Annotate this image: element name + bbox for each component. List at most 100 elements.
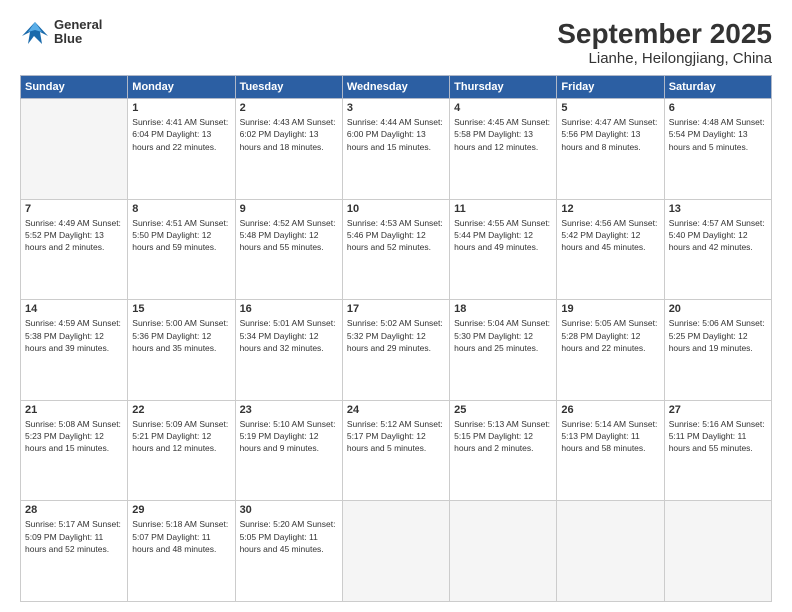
table-row: 4Sunrise: 4:45 AM Sunset: 5:58 PM Daylig… [450, 99, 557, 200]
day-info: Sunrise: 5:02 AM Sunset: 5:32 PM Dayligh… [347, 317, 445, 354]
table-row: 9Sunrise: 4:52 AM Sunset: 5:48 PM Daylig… [235, 199, 342, 300]
table-row: 26 Sunrise: 5:14 AM Sunset: 5:13 PM Dayli… [557, 400, 664, 501]
table-row: 12 Sunrise: 4:56 AM Sunset: 5:42 PM Dayli… [557, 199, 664, 300]
table-row: 25 Sunrise: 5:13 AM Sunset: 5:15 PM Dayli… [450, 400, 557, 501]
header-saturday: Saturday [664, 76, 771, 99]
weekday-header-row: Sunday Monday Tuesday Wednesday Thursday… [21, 76, 772, 99]
day-number: 23 [240, 404, 338, 416]
logo: General Blue [20, 18, 102, 47]
day-info: Sunrise: 5:06 AM Sunset: 5:25 PM Dayligh… [669, 317, 767, 354]
table-row: 11 Sunrise: 4:55 AM Sunset: 5:44 PM Dayli… [450, 199, 557, 300]
day-info: Sunrise: 4:43 AM Sunset: 6:02 PM Dayligh… [240, 116, 338, 153]
header-wednesday: Wednesday [342, 76, 449, 99]
calendar-week-row: 14 Sunrise: 4:59 AM Sunset: 5:38 PM Dayli… [21, 300, 772, 401]
day-info: Sunrise: 5:08 AM Sunset: 5:23 PM Dayligh… [25, 418, 123, 455]
day-number: 26 [561, 404, 659, 416]
table-row: 20 Sunrise: 5:06 AM Sunset: 5:25 PM Dayli… [664, 300, 771, 401]
calendar-subtitle: Lianhe, Heilongjiang, China [557, 50, 772, 67]
day-number: 15 [132, 303, 230, 315]
day-number: 14 [25, 303, 123, 315]
header-sunday: Sunday [21, 76, 128, 99]
calendar-week-row: 1 Sunrise: 4:41 AM Sunset: 6:04 PM Daylig… [21, 99, 772, 200]
day-number: 25 [454, 404, 552, 416]
header-thursday: Thursday [450, 76, 557, 99]
table-row: 22 Sunrise: 5:09 AM Sunset: 5:21 PM Dayli… [128, 400, 235, 501]
logo-text: General Blue [54, 18, 102, 47]
header: General Blue September 2025 Lianhe, Heil… [20, 18, 772, 67]
day-info: Sunrise: 5:05 AM Sunset: 5:28 PM Dayligh… [561, 317, 659, 354]
header-friday: Friday [557, 76, 664, 99]
table-row: 28Sunrise: 5:17 AM Sunset: 5:09 PM Dayli… [21, 501, 128, 602]
day-info: Sunrise: 5:09 AM Sunset: 5:21 PM Dayligh… [132, 418, 230, 455]
day-info: Sunrise: 4:49 AM Sunset: 5:52 PM Dayligh… [25, 217, 123, 254]
table-row [450, 501, 557, 602]
logo-icon [20, 18, 50, 46]
table-row [664, 501, 771, 602]
table-row: 13Sunrise: 4:57 AM Sunset: 5:40 PM Dayli… [664, 199, 771, 300]
day-number: 18 [454, 303, 552, 315]
day-info: Sunrise: 4:55 AM Sunset: 5:44 PM Dayligh… [454, 217, 552, 254]
day-number: 24 [347, 404, 445, 416]
day-info: Sunrise: 4:56 AM Sunset: 5:42 PM Dayligh… [561, 217, 659, 254]
day-number: 29 [132, 504, 230, 516]
day-info: Sunrise: 5:12 AM Sunset: 5:17 PM Dayligh… [347, 418, 445, 455]
day-number: 22 [132, 404, 230, 416]
header-tuesday: Tuesday [235, 76, 342, 99]
day-info: Sunrise: 4:41 AM Sunset: 6:04 PM Dayligh… [132, 116, 230, 153]
table-row: 27Sunrise: 5:16 AM Sunset: 5:11 PM Dayli… [664, 400, 771, 501]
table-row: 1 Sunrise: 4:41 AM Sunset: 6:04 PM Daylig… [128, 99, 235, 200]
day-number: 5 [561, 102, 659, 114]
day-number: 6 [669, 102, 767, 114]
day-info: Sunrise: 4:59 AM Sunset: 5:38 PM Dayligh… [25, 317, 123, 354]
logo-line1: General [54, 18, 102, 32]
day-number: 12 [561, 203, 659, 215]
day-number: 16 [240, 303, 338, 315]
day-number: 2 [240, 102, 338, 114]
table-row: 15 Sunrise: 5:00 AM Sunset: 5:36 PM Dayli… [128, 300, 235, 401]
page: General Blue September 2025 Lianhe, Heil… [0, 0, 792, 612]
day-number: 3 [347, 102, 445, 114]
day-number: 17 [347, 303, 445, 315]
day-info: Sunrise: 5:18 AM Sunset: 5:07 PM Dayligh… [132, 518, 230, 555]
calendar-week-row: 7 Sunrise: 4:49 AM Sunset: 5:52 PM Daylig… [21, 199, 772, 300]
table-row [557, 501, 664, 602]
day-info: Sunrise: 4:44 AM Sunset: 6:00 PM Dayligh… [347, 116, 445, 153]
day-info: Sunrise: 4:48 AM Sunset: 5:54 PM Dayligh… [669, 116, 767, 153]
calendar-table: Sunday Monday Tuesday Wednesday Thursday… [20, 75, 772, 602]
calendar-title: September 2025 [557, 18, 772, 50]
day-number: 4 [454, 102, 552, 114]
table-row: 19Sunrise: 5:05 AM Sunset: 5:28 PM Dayli… [557, 300, 664, 401]
day-info: Sunrise: 5:14 AM Sunset: 5:13 PM Dayligh… [561, 418, 659, 455]
table-row: 29 Sunrise: 5:18 AM Sunset: 5:07 PM Dayli… [128, 501, 235, 602]
day-info: Sunrise: 4:57 AM Sunset: 5:40 PM Dayligh… [669, 217, 767, 254]
table-row: 5 Sunrise: 4:47 AM Sunset: 5:56 PM Daylig… [557, 99, 664, 200]
title-block: September 2025 Lianhe, Heilongjiang, Chi… [557, 18, 772, 67]
table-row: 7 Sunrise: 4:49 AM Sunset: 5:52 PM Daylig… [21, 199, 128, 300]
table-row [342, 501, 449, 602]
day-info: Sunrise: 4:53 AM Sunset: 5:46 PM Dayligh… [347, 217, 445, 254]
day-number: 11 [454, 203, 552, 215]
day-number: 28 [25, 504, 123, 516]
logo-line2: Blue [54, 32, 102, 46]
table-row [21, 99, 128, 200]
day-number: 8 [132, 203, 230, 215]
day-number: 21 [25, 404, 123, 416]
table-row: 24 Sunrise: 5:12 AM Sunset: 5:17 PM Dayli… [342, 400, 449, 501]
day-number: 10 [347, 203, 445, 215]
day-number: 30 [240, 504, 338, 516]
day-number: 9 [240, 203, 338, 215]
day-info: Sunrise: 5:00 AM Sunset: 5:36 PM Dayligh… [132, 317, 230, 354]
header-monday: Monday [128, 76, 235, 99]
day-info: Sunrise: 5:16 AM Sunset: 5:11 PM Dayligh… [669, 418, 767, 455]
day-info: Sunrise: 4:47 AM Sunset: 5:56 PM Dayligh… [561, 116, 659, 153]
day-number: 1 [132, 102, 230, 114]
day-number: 20 [669, 303, 767, 315]
calendar-week-row: 28Sunrise: 5:17 AM Sunset: 5:09 PM Dayli… [21, 501, 772, 602]
table-row: 21 Sunrise: 5:08 AM Sunset: 5:23 PM Dayli… [21, 400, 128, 501]
day-info: Sunrise: 5:13 AM Sunset: 5:15 PM Dayligh… [454, 418, 552, 455]
table-row: 8Sunrise: 4:51 AM Sunset: 5:50 PM Daylig… [128, 199, 235, 300]
table-row: 30Sunrise: 5:20 AM Sunset: 5:05 PM Dayli… [235, 501, 342, 602]
table-row: 23Sunrise: 5:10 AM Sunset: 5:19 PM Dayli… [235, 400, 342, 501]
table-row: 2 Sunrise: 4:43 AM Sunset: 6:02 PM Daylig… [235, 99, 342, 200]
day-number: 7 [25, 203, 123, 215]
